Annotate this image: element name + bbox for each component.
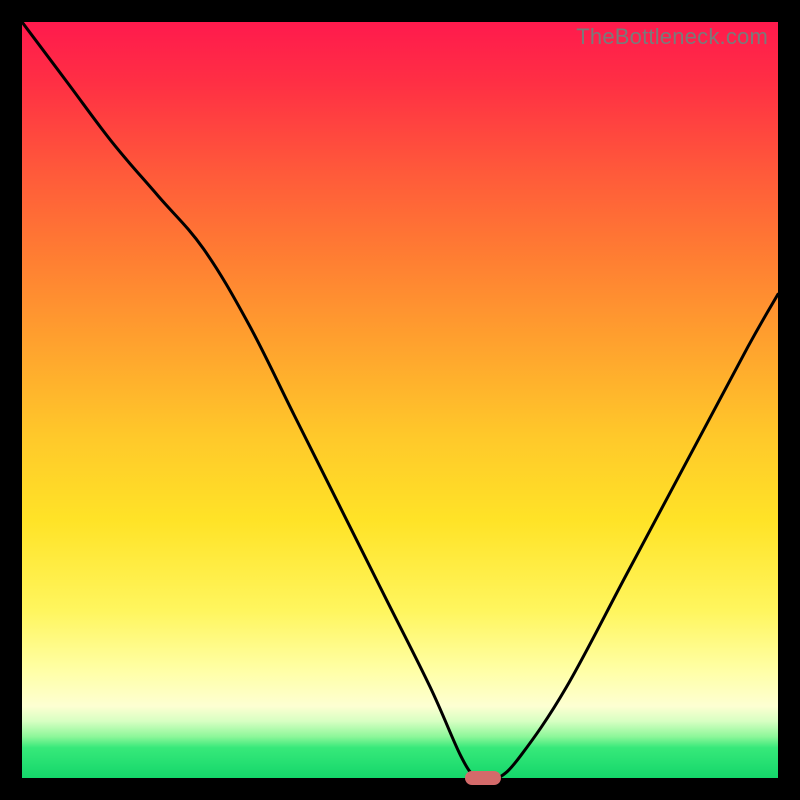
optimal-marker	[465, 771, 501, 785]
bottleneck-curve	[22, 22, 778, 778]
plot-area: TheBottleneck.com	[22, 22, 778, 778]
chart-frame: TheBottleneck.com	[0, 0, 800, 800]
